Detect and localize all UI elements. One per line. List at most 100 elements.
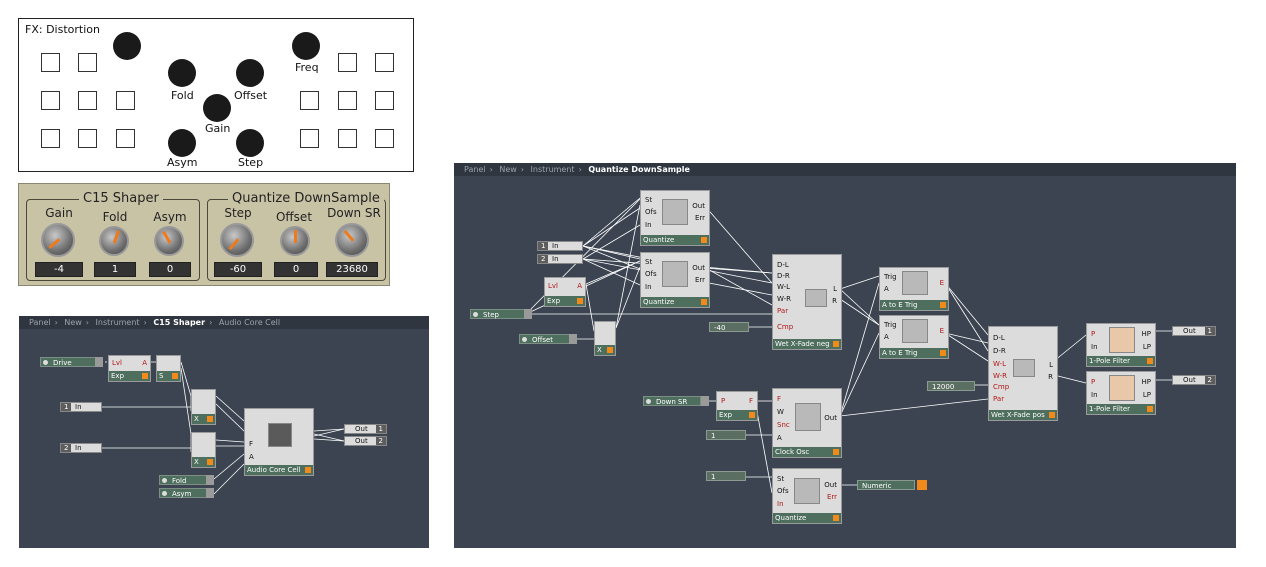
- pin-a[interactable]: A: [577, 282, 582, 290]
- button-slot[interactable]: [116, 129, 135, 148]
- pin-f[interactable]: F: [249, 440, 253, 448]
- one-pole-filter-module[interactable]: P In HP LP 1-Pole Filter: [1086, 371, 1156, 415]
- output-1[interactable]: 1 Out: [1172, 326, 1216, 336]
- a-to-e-trig-module[interactable]: Trig A E A to E Trig: [879, 267, 949, 311]
- pin-l[interactable]: L: [833, 285, 837, 293]
- down-sr-knob[interactable]: [335, 223, 369, 257]
- unlabeled-knob[interactable]: [113, 32, 141, 60]
- button-slot[interactable]: [116, 91, 135, 110]
- button-slot[interactable]: [375, 91, 394, 110]
- down-sr-control[interactable]: Down SR: [643, 396, 701, 406]
- gain-knob[interactable]: [203, 94, 231, 122]
- pin-cmp[interactable]: Cmp: [777, 323, 793, 331]
- button-slot[interactable]: [375, 129, 394, 148]
- quantize-module[interactable]: St Ofs In Out Err Quantize: [640, 252, 710, 308]
- a-to-e-trig-module[interactable]: Trig A E A to E Trig: [879, 315, 949, 359]
- offset-knob[interactable]: [280, 226, 310, 256]
- asym-knob[interactable]: [168, 129, 196, 157]
- button-slot[interactable]: [338, 53, 357, 72]
- pin-w-l[interactable]: W-L: [777, 283, 790, 291]
- button-slot[interactable]: [78, 91, 97, 110]
- pin-d-l[interactable]: D-L: [993, 334, 1005, 342]
- pin-w-r[interactable]: W-R: [993, 372, 1007, 380]
- input-2[interactable]: 2 In: [60, 443, 102, 453]
- audio-core-cell-module[interactable]: F A Audio Core Cell: [244, 408, 314, 476]
- pin-a[interactable]: A: [249, 453, 254, 461]
- offset-knob[interactable]: [236, 59, 264, 87]
- pin-in[interactable]: In: [1091, 343, 1098, 351]
- fold-knob[interactable]: [99, 226, 129, 256]
- fold-control[interactable]: Fold: [159, 475, 212, 485]
- pin-lp[interactable]: LP: [1143, 343, 1151, 351]
- constant-value[interactable]: 12000: [927, 381, 975, 391]
- pin-lvl[interactable]: Lvl: [112, 359, 122, 367]
- pin-lp[interactable]: LP: [1143, 391, 1151, 399]
- wet-xfade-pos-module[interactable]: D-L D-R W-L W-R Cmp Par L R Wet X-Fade p…: [988, 326, 1058, 421]
- output-2[interactable]: 2 Out: [1172, 375, 1216, 385]
- pin-trig[interactable]: Trig: [884, 273, 897, 281]
- pin-l[interactable]: L: [1049, 361, 1053, 369]
- pin-in[interactable]: In: [645, 283, 652, 291]
- pin-f[interactable]: F: [777, 395, 781, 403]
- pin-out[interactable]: Out: [824, 481, 837, 489]
- button-slot[interactable]: [338, 91, 357, 110]
- pin-hp[interactable]: HP: [1142, 330, 1152, 338]
- pin-e[interactable]: E: [940, 327, 944, 335]
- pin-f[interactable]: F: [749, 397, 753, 405]
- pin-a[interactable]: A: [884, 285, 889, 293]
- gain-knob[interactable]: [41, 223, 75, 257]
- pin-a[interactable]: A: [777, 434, 782, 442]
- pin-st[interactable]: St: [777, 475, 784, 483]
- quantize-module[interactable]: St Ofs In Out Err Quantize: [640, 190, 710, 246]
- pin-par[interactable]: Par: [777, 307, 788, 315]
- one-pole-filter-module[interactable]: P In HP LP 1-Pole Filter: [1086, 323, 1156, 367]
- pin-out[interactable]: Out: [824, 414, 837, 422]
- pin-snc[interactable]: Snc: [777, 421, 790, 429]
- pin-in[interactable]: In: [777, 500, 784, 508]
- button-slot[interactable]: [300, 129, 319, 148]
- multiply-module[interactable]: X: [191, 432, 216, 468]
- multiply-module[interactable]: X: [191, 389, 216, 425]
- pin-a[interactable]: A: [884, 333, 889, 341]
- s-module[interactable]: S: [156, 355, 181, 382]
- pin-ofs[interactable]: Ofs: [645, 270, 657, 278]
- pin-par[interactable]: Par: [993, 395, 1004, 403]
- pin-p[interactable]: P: [721, 397, 725, 405]
- pin-d-l[interactable]: D-L: [777, 261, 789, 269]
- exp-module[interactable]: Lvl A Exp: [108, 355, 151, 382]
- quantize-module[interactable]: St Ofs In Out Err Quantize: [772, 468, 842, 524]
- wet-xfade-neg-module[interactable]: D-L D-R W-L W-R Par Cmp L R Wet X-Fade n…: [772, 254, 842, 350]
- pin-trig[interactable]: Trig: [884, 321, 897, 329]
- output-1[interactable]: 1 Out: [344, 424, 387, 434]
- asym-knob[interactable]: [154, 226, 184, 256]
- pin-p[interactable]: P: [1091, 378, 1095, 386]
- freq-knob[interactable]: [292, 32, 320, 60]
- input-1[interactable]: 1 In: [537, 241, 583, 251]
- button-slot[interactable]: [78, 53, 97, 72]
- pin-in[interactable]: In: [1091, 391, 1098, 399]
- pin-e[interactable]: E: [940, 279, 944, 287]
- drive-control[interactable]: Drive: [40, 357, 97, 367]
- constant-value[interactable]: -40: [709, 322, 749, 332]
- exp-module[interactable]: Lvl A Exp: [544, 277, 586, 307]
- step-control[interactable]: Step: [470, 309, 526, 319]
- pin-d-r[interactable]: D-R: [777, 272, 790, 280]
- pin-w[interactable]: W: [777, 408, 784, 416]
- button-slot[interactable]: [375, 53, 394, 72]
- pin-out[interactable]: Out: [692, 202, 705, 210]
- step-knob[interactable]: [236, 129, 264, 157]
- pin-in[interactable]: In: [645, 221, 652, 229]
- pin-st[interactable]: St: [645, 196, 652, 204]
- step-knob[interactable]: [220, 223, 254, 257]
- numeric-display[interactable]: Numeric: [857, 480, 915, 490]
- pin-p[interactable]: P: [1091, 330, 1095, 338]
- exp-module[interactable]: P F Exp: [716, 391, 758, 421]
- constant-value[interactable]: 1: [706, 471, 746, 481]
- pin-st[interactable]: St: [645, 258, 652, 266]
- pin-out[interactable]: Out: [692, 264, 705, 272]
- fold-knob[interactable]: [168, 59, 196, 87]
- button-slot[interactable]: [78, 129, 97, 148]
- pin-ofs[interactable]: Ofs: [777, 487, 789, 495]
- pin-a[interactable]: A: [142, 359, 147, 367]
- output-2[interactable]: 2 Out: [344, 436, 387, 446]
